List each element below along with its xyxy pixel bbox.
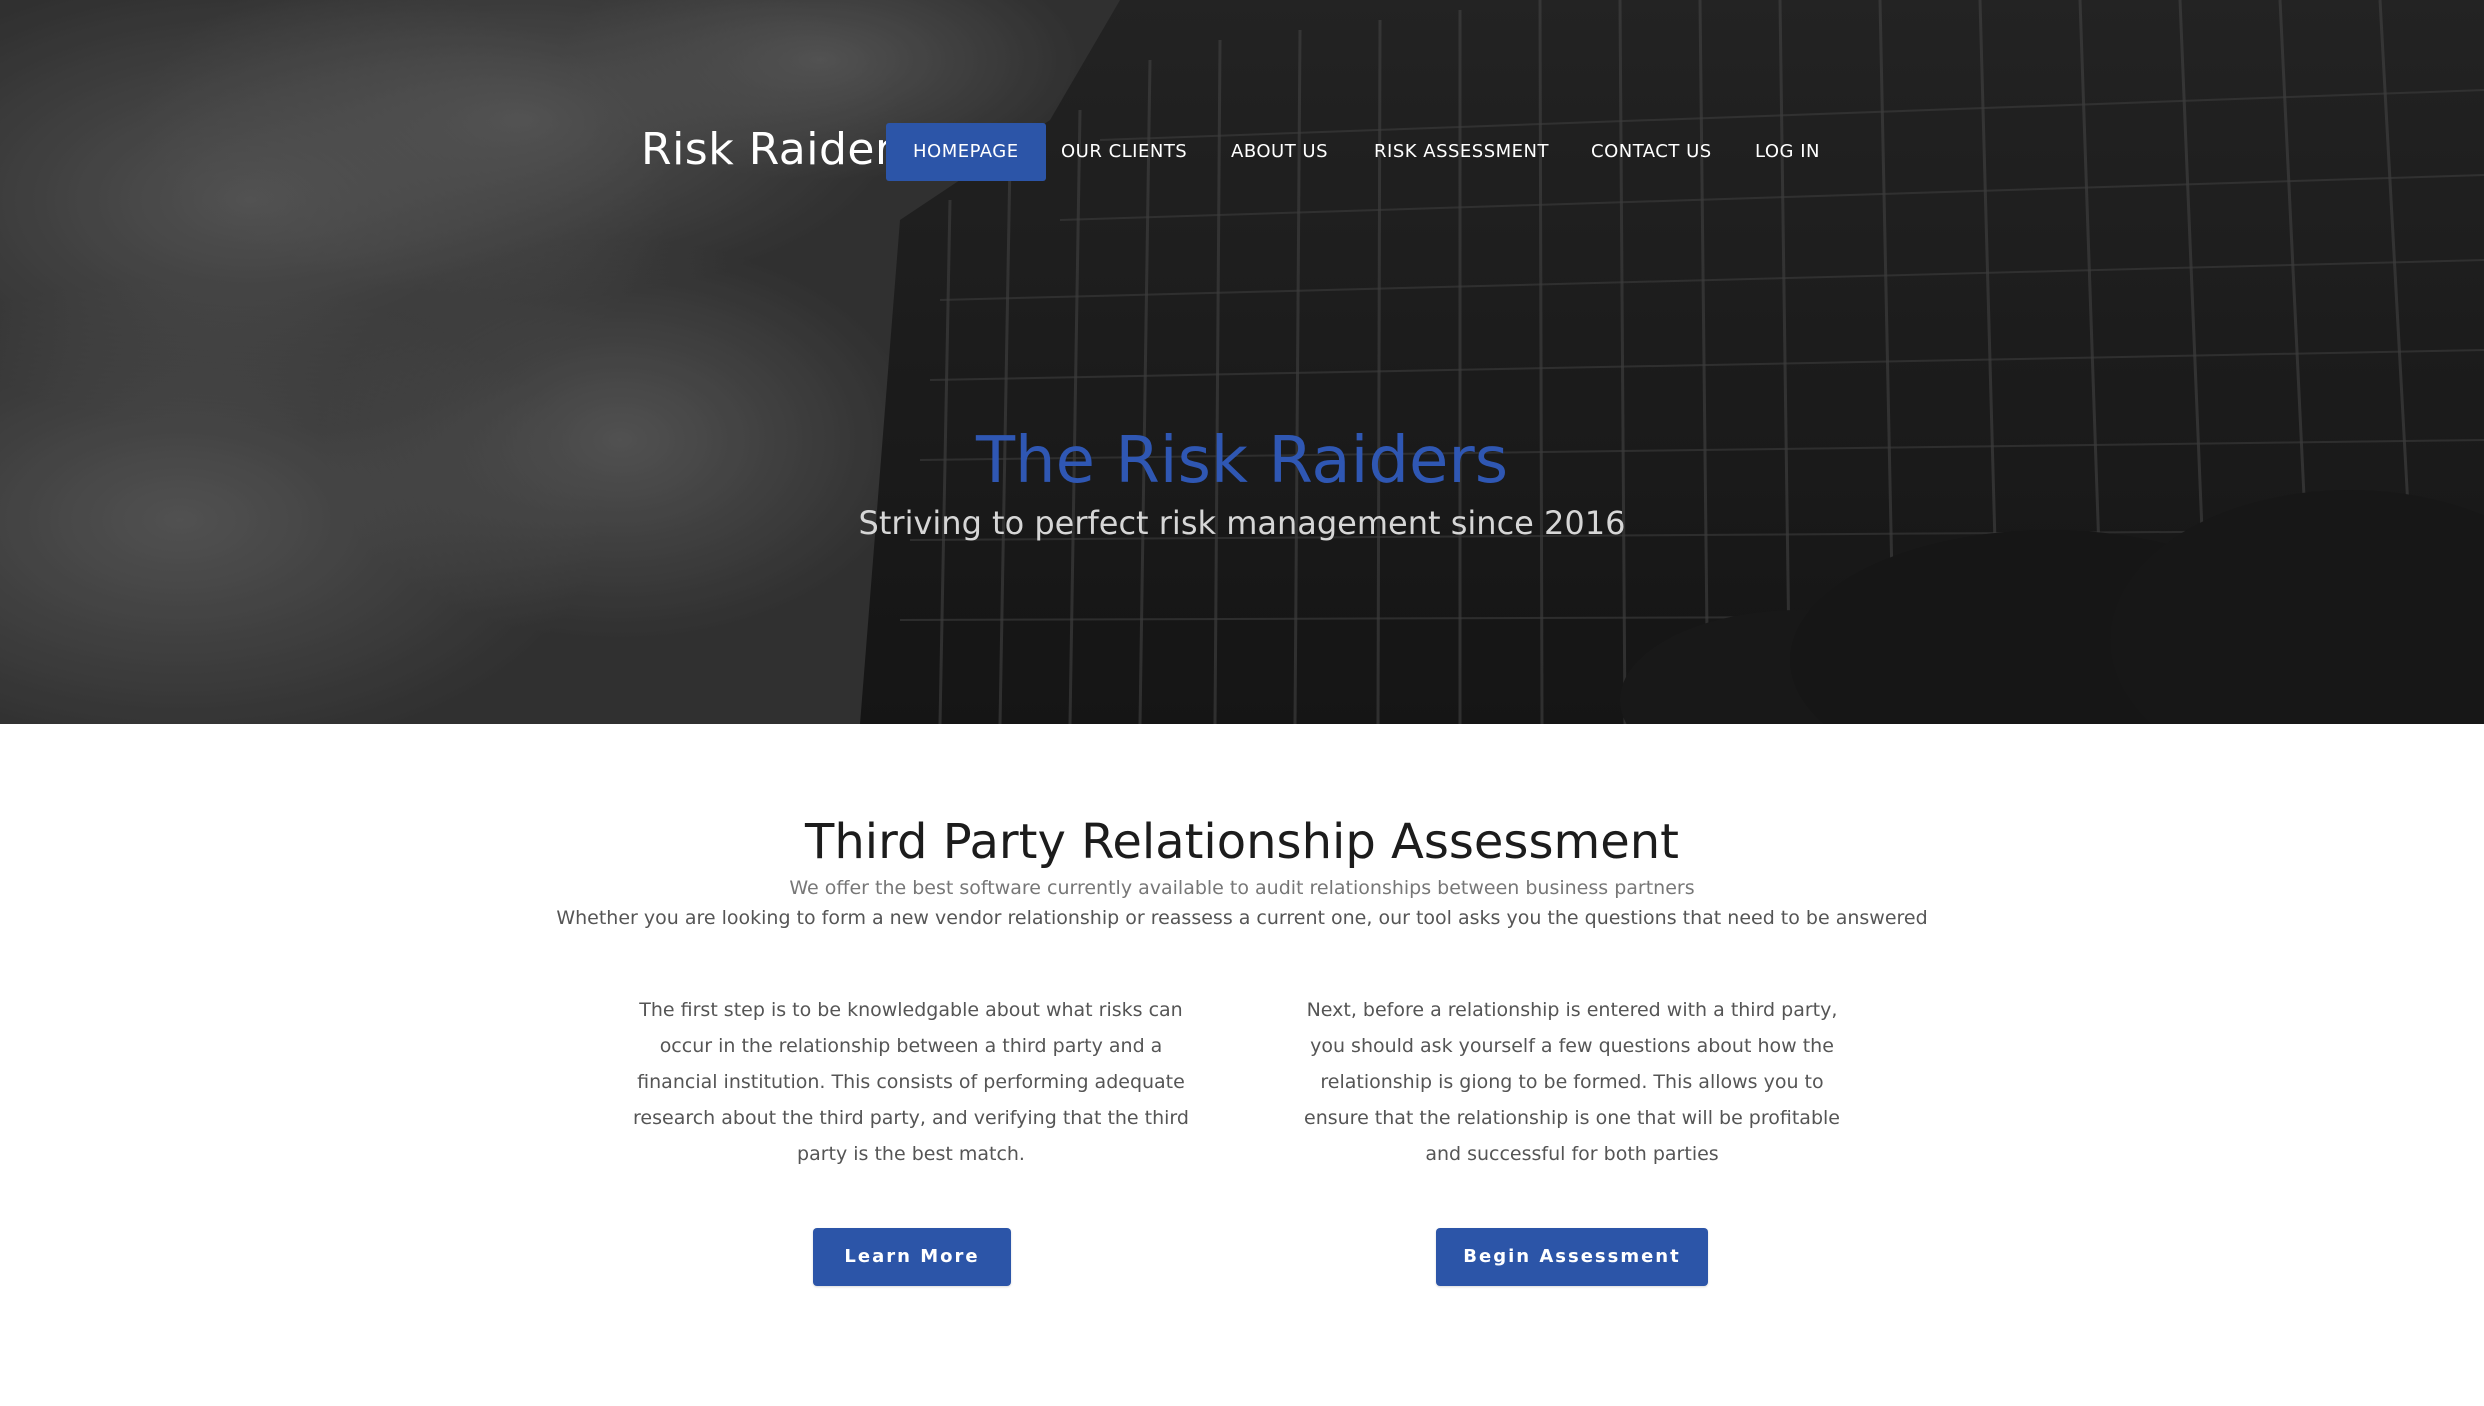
- hero-subtitle: Striving to perfect risk management sinc…: [858, 504, 1626, 542]
- hero-title: The Risk Raiders: [975, 424, 1509, 498]
- site-logo-text[interactable]: Risk Raiders: [641, 124, 917, 175]
- hero-section: Risk Raiders HOMEPAGE OUR CLIENTS ABOUT …: [0, 0, 2484, 724]
- nav-about-us[interactable]: ABOUT US: [1231, 123, 1328, 181]
- begin-assessment-button[interactable]: Begin Assessment: [1436, 1228, 1708, 1286]
- nav-contact-us[interactable]: CONTACT US: [1591, 123, 1712, 181]
- nav-homepage[interactable]: HOMEPAGE: [886, 123, 1046, 181]
- nav-our-clients[interactable]: OUR CLIENTS: [1061, 123, 1187, 181]
- nav-risk-assessment[interactable]: RISK ASSESSMENT: [1374, 123, 1549, 181]
- page: Risk Raiders HOMEPAGE OUR CLIENTS ABOUT …: [0, 0, 2484, 1406]
- section-subtitle-2: Whether you are looking to form a new ve…: [556, 907, 1928, 929]
- section-subtitle-1: We offer the best software currently ava…: [789, 877, 1695, 899]
- hero-overlay: [0, 0, 2484, 724]
- nav-log-in[interactable]: LOG IN: [1755, 123, 1820, 181]
- right-column-text: Next, before a relationship is entered w…: [1304, 999, 1840, 1165]
- learn-more-button[interactable]: Learn More: [813, 1228, 1011, 1286]
- section-title: Third Party Relationship Assessment: [805, 814, 1679, 870]
- left-column-text: The first step is to be knowledgable abo…: [633, 999, 1189, 1165]
